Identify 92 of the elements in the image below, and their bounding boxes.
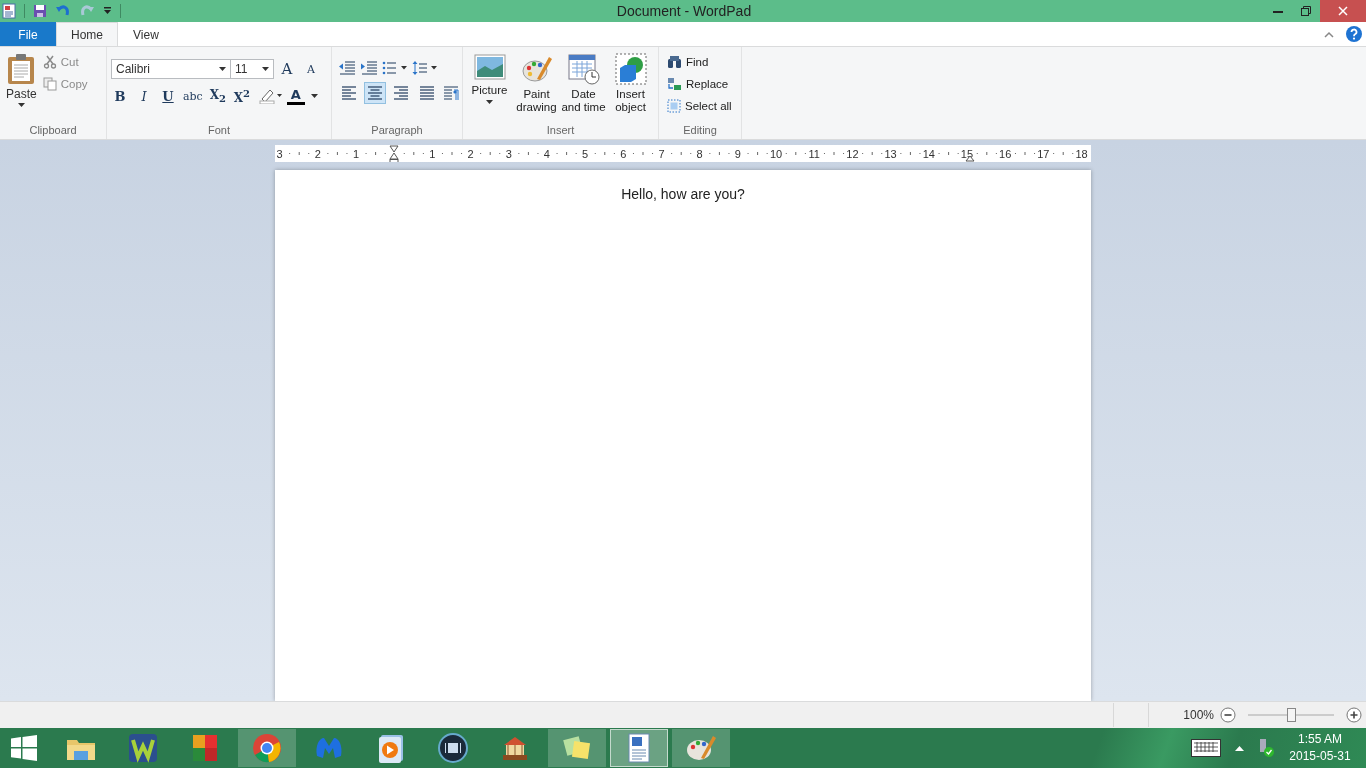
ruler-number: 8 xyxy=(694,147,705,160)
caret-icon xyxy=(17,103,25,107)
date-time-button[interactable]: Date and time xyxy=(561,53,606,124)
bullet-list-icon[interactable] xyxy=(382,59,408,77)
wordpad-icon[interactable] xyxy=(2,3,16,19)
caret-icon xyxy=(219,67,226,71)
w-logo-icon xyxy=(127,732,159,764)
caret-icon xyxy=(262,67,269,71)
binoculars-icon xyxy=(667,55,682,69)
calendar-clock-icon xyxy=(567,53,600,85)
landscape-icon xyxy=(473,53,506,81)
align-center-button[interactable] xyxy=(364,82,386,104)
ruler-number: 11 xyxy=(809,147,820,160)
ruler-number: 9 xyxy=(732,147,743,160)
insert-object-button[interactable]: Insert object xyxy=(608,53,653,124)
picture-button[interactable]: Picture xyxy=(467,53,512,124)
font-size-dropdown[interactable]: 11 xyxy=(230,59,274,79)
paint-drawing-button[interactable]: Paint drawing xyxy=(514,53,559,124)
zoom-level: 100% xyxy=(1183,708,1214,722)
group-label: Font xyxy=(207,124,231,138)
indent-marker-icon[interactable] xyxy=(389,145,400,162)
increase-indent-icon[interactable] xyxy=(360,59,378,77)
show-hidden-icons-icon[interactable] xyxy=(1235,745,1244,751)
ribbon-tab[interactable]: View xyxy=(118,22,174,46)
shrink-font-button[interactable]: A xyxy=(302,59,320,79)
shapes-icon xyxy=(614,53,647,85)
group-label: Insert xyxy=(545,124,576,138)
ruler-number: 7 xyxy=(656,147,667,160)
save-icon[interactable] xyxy=(33,4,47,18)
film-icon xyxy=(437,732,469,764)
ruler-number: 3 xyxy=(274,147,285,160)
ruler-number: 16 xyxy=(1000,147,1011,160)
clipboard-icon xyxy=(6,53,37,85)
ruler-number: 10 xyxy=(771,147,782,160)
clock-date[interactable]: 2015-05-31 xyxy=(1289,748,1351,765)
ruler-number: 2 xyxy=(312,147,323,160)
usb-check-icon[interactable] xyxy=(1258,739,1274,757)
browser-icon xyxy=(251,732,283,764)
replace-icon xyxy=(667,77,682,91)
ruler-number: 4 xyxy=(541,147,552,160)
taskbar-button[interactable] xyxy=(610,729,668,767)
ruler-number: 1 xyxy=(350,147,361,160)
font-color-button[interactable]: A xyxy=(286,87,305,105)
collapse-ribbon-icon[interactable] xyxy=(1324,30,1334,38)
restore-icon xyxy=(1301,6,1311,16)
ruler-number: 17 xyxy=(1038,147,1049,160)
help-icon[interactable] xyxy=(1346,26,1362,42)
select-all-icon xyxy=(667,99,681,113)
caret-icon xyxy=(486,100,493,104)
grow-font-button[interactable]: A xyxy=(278,59,296,79)
ruler-number: 12 xyxy=(847,147,858,160)
font-style-button[interactable]: U xyxy=(159,86,177,106)
scissors-icon xyxy=(42,55,57,69)
replace-button[interactable]: Replace xyxy=(667,75,741,93)
font-style-button[interactable]: X$^{2}$ xyxy=(232,86,251,106)
ruler-number: 18 xyxy=(1076,147,1087,160)
zoom-out-icon[interactable] xyxy=(1220,707,1236,723)
select-all-button[interactable]: Select all xyxy=(667,97,741,115)
decrease-indent-icon[interactable] xyxy=(338,59,356,77)
group-label: Paragraph xyxy=(370,124,424,138)
document-text: Hello, how are you? xyxy=(620,186,746,202)
font-style-button[interactable]: abc xyxy=(183,86,203,106)
paste-button[interactable]: Paste xyxy=(6,51,37,124)
group-label: Clipboard xyxy=(28,124,78,138)
highlighter-icon[interactable] xyxy=(258,88,283,104)
ruler-number: 2 xyxy=(465,147,476,160)
close-icon xyxy=(1338,6,1348,16)
copy-icon xyxy=(42,77,57,91)
zoom-in-icon[interactable] xyxy=(1346,707,1362,723)
font-style-button[interactable]: B xyxy=(111,86,129,106)
font-family-dropdown[interactable]: Calibri xyxy=(111,59,231,79)
window-title: Document - WordPad xyxy=(615,3,753,19)
ruler-number: 3 xyxy=(503,147,514,160)
clock-time[interactable]: 1:55 AM xyxy=(1298,731,1342,748)
slider-thumb[interactable] xyxy=(1287,708,1296,722)
font-style-button[interactable]: I xyxy=(135,86,153,106)
ribbon-tab[interactable]: File xyxy=(0,22,56,46)
ruler-number: 14 xyxy=(923,147,934,160)
ruler-number: 1 xyxy=(427,147,438,160)
group-label: Editing xyxy=(682,124,718,138)
keyboard-icon[interactable] xyxy=(1191,739,1221,757)
find-button[interactable]: Find xyxy=(667,53,741,71)
ruler-number: 13 xyxy=(885,147,896,160)
dropdown-icon[interactable] xyxy=(103,7,112,15)
font-style-button[interactable]: X$_{2}$ xyxy=(208,86,227,106)
ribbon-tab[interactable]: Home xyxy=(56,22,118,46)
paragraph-icon[interactable] xyxy=(442,84,460,102)
windows-logo-icon xyxy=(11,735,37,761)
line-spacing-icon[interactable] xyxy=(412,59,438,77)
caret-icon[interactable] xyxy=(310,94,318,98)
ruler-number: 6 xyxy=(618,147,629,160)
ruler-number: 5 xyxy=(580,147,591,160)
